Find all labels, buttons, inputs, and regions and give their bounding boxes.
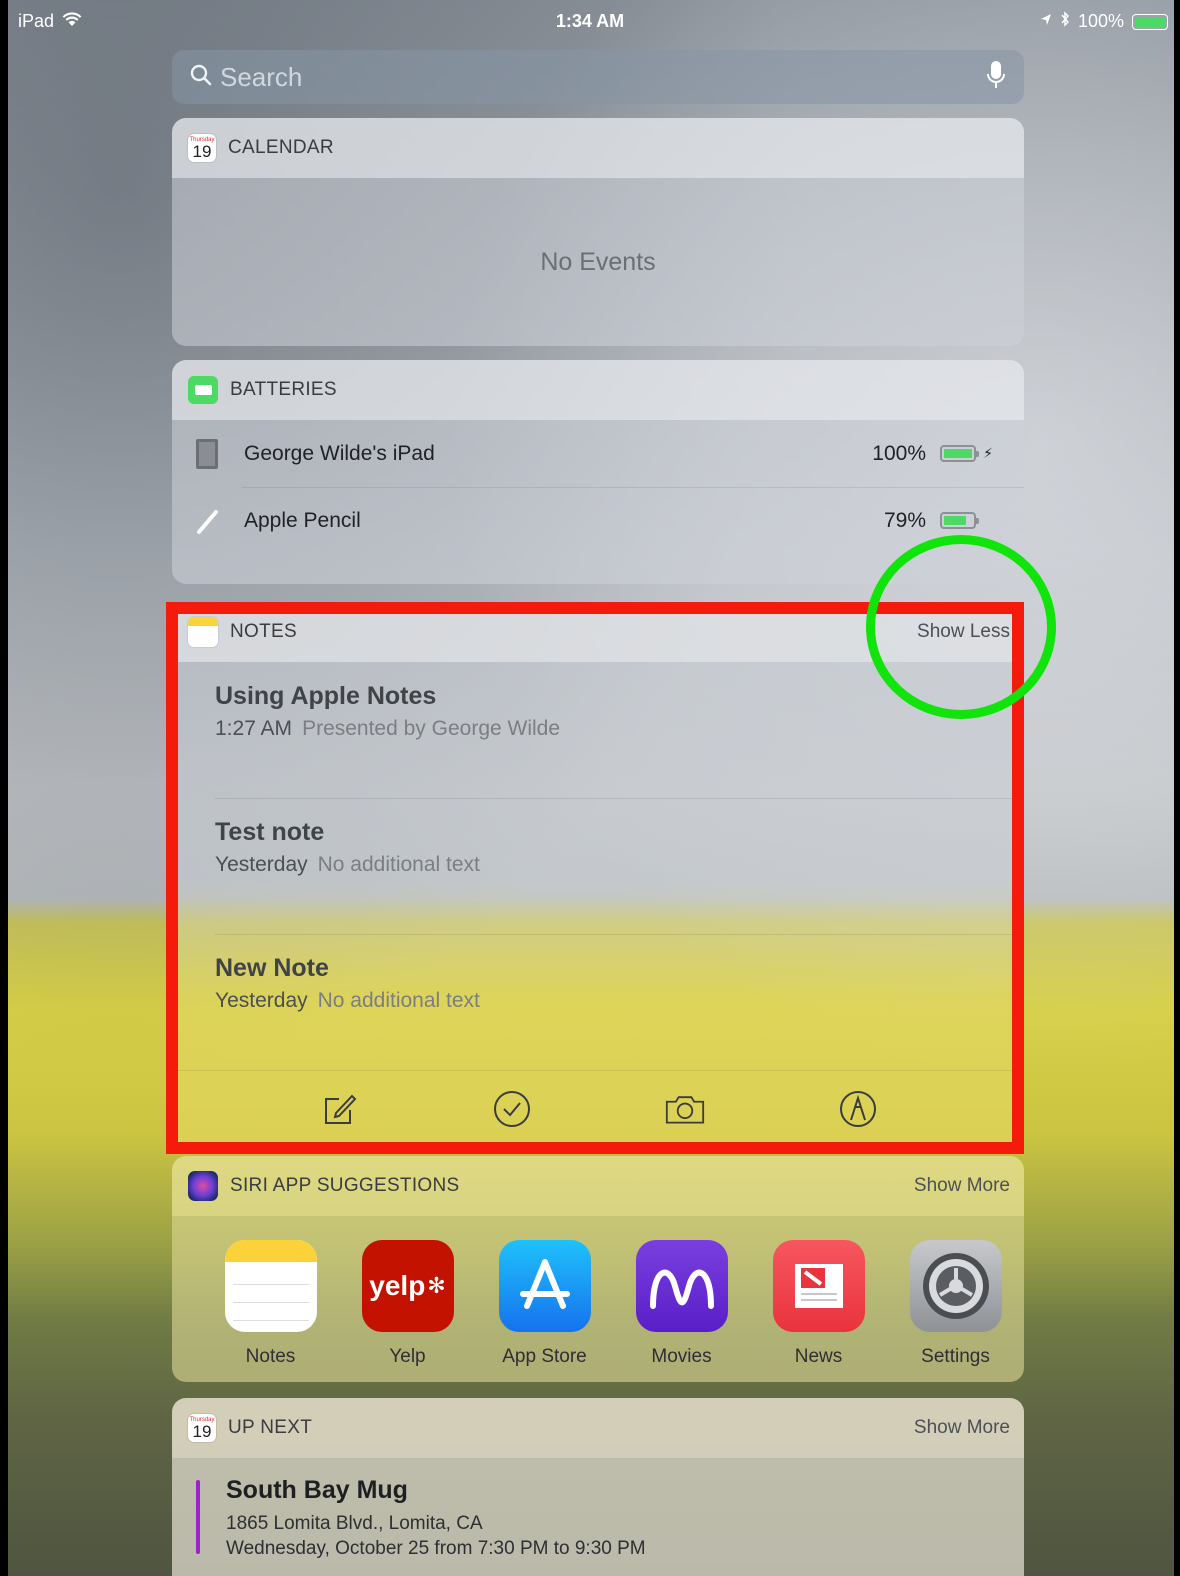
battery-icon [1132, 13, 1168, 30]
app-notes[interactable]: Notes [202, 1240, 339, 1382]
show-more-button[interactable]: Show More [914, 1175, 1010, 1197]
event-calendar-color-bar [196, 1480, 200, 1554]
app-app-store[interactable]: App Store [476, 1240, 613, 1382]
up-next-widget: Thursday 19 UP NEXT Show More South Bay … [172, 1398, 1024, 1576]
app-label: News [794, 1346, 843, 1367]
calendar-widget: Thursday 19 CALENDAR No Events [172, 118, 1024, 346]
app-movies[interactable]: Movies [613, 1240, 750, 1382]
app-label: Notes [245, 1346, 296, 1367]
calendar-widget-header[interactable]: Thursday 19 CALENDAR [172, 118, 1024, 178]
battery-percent: 100% [1077, 11, 1124, 31]
batteries-widget-header[interactable]: BATTERIES [172, 360, 1024, 420]
up-next-widget-header: Thursday 19 UP NEXT Show More [172, 1398, 1024, 1458]
ipad-device-icon [196, 438, 218, 469]
siri-icon [188, 1171, 218, 1201]
show-more-button[interactable]: Show More [914, 1417, 1010, 1439]
search-icon [190, 64, 212, 91]
siri-widget-title: SIRI APP SUGGESTIONS [230, 1175, 460, 1196]
calendar-icon: Thursday 19 [188, 1414, 216, 1442]
annotation-highlight-circle [866, 535, 1056, 719]
microphone-icon[interactable] [986, 60, 1006, 95]
event-time: Wednesday, October 25 from 7:30 PM to 9:… [226, 1538, 646, 1559]
yelp-app-icon: yelp ✻ [361, 1240, 454, 1332]
device-battery-icon [940, 512, 979, 529]
device-battery-percent: 79% [883, 508, 926, 532]
app-settings[interactable]: Settings [887, 1240, 1024, 1382]
siri-suggestions-widget: SIRI APP SUGGESTIONS Show More Notes yel… [172, 1156, 1024, 1382]
screen-edge-left [0, 0, 8, 1576]
search-field[interactable]: Search [172, 50, 1024, 104]
charging-bolt-icon: ⚡ [983, 445, 993, 461]
event-address: 1865 Lomita Blvd., Lomita, CA [226, 1513, 483, 1534]
app-store-app-icon [498, 1240, 591, 1332]
app-label: Yelp [389, 1346, 426, 1367]
yelp-logo-text: yelp [369, 1270, 426, 1301]
screen-edge-right [1174, 0, 1180, 1576]
apple-pencil-icon [196, 506, 218, 536]
status-bar: iPad 1:34 AM 100% [0, 0, 1180, 42]
calendar-icon-date: 19 [192, 1422, 212, 1441]
calendar-widget-title: CALENDAR [228, 137, 334, 158]
app-yelp[interactable]: yelp ✻ Yelp [339, 1240, 476, 1382]
notes-app-icon [224, 1240, 317, 1332]
battery-row-ipad: George Wilde's iPad 100% ⚡ [172, 420, 1024, 487]
batteries-widget-icon [188, 376, 218, 404]
event-title: South Bay Mug [226, 1476, 408, 1504]
calendar-icon-date: 19 [192, 142, 212, 161]
location-icon [1040, 11, 1052, 32]
device-battery-percent: 100% [872, 441, 926, 465]
news-app-icon [772, 1240, 865, 1332]
app-label: App Store [502, 1346, 587, 1367]
no-events-text: No Events [540, 247, 656, 276]
battery-row-pencil: Apple Pencil 79% [172, 487, 1024, 554]
device-name-label: Apple Pencil [244, 508, 361, 532]
up-next-widget-title: UP NEXT [228, 1417, 313, 1438]
app-news[interactable]: News [750, 1240, 887, 1382]
bluetooth-icon [1060, 11, 1070, 32]
batteries-widget-title: BATTERIES [230, 379, 337, 400]
device-name-label: George Wilde's iPad [244, 441, 435, 465]
calendar-icon: Thursday 19 [188, 134, 216, 162]
movies-app-icon [635, 1240, 728, 1332]
settings-app-icon [909, 1240, 1002, 1332]
app-label: Settings [921, 1346, 990, 1367]
device-battery-icon [940, 445, 979, 462]
search-placeholder: Search [220, 61, 303, 92]
siri-widget-header: SIRI APP SUGGESTIONS Show More [172, 1156, 1024, 1216]
event-item[interactable]: South Bay Mug 1865 Lomita Blvd., Lomita,… [172, 1458, 1024, 1576]
batteries-widget: BATTERIES George Wilde's iPad 100% ⚡ App… [172, 360, 1024, 584]
clock: 1:34 AM [555, 11, 625, 31]
app-label: Movies [651, 1346, 712, 1367]
